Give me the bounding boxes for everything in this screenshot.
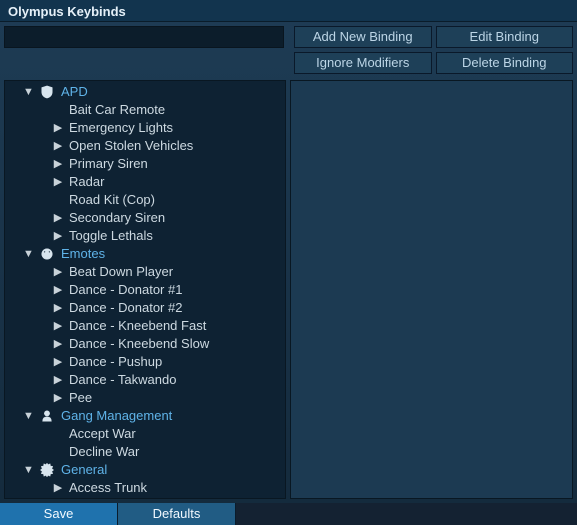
keybinds-window: Olympus Keybinds Add New Binding Edit Bi… <box>0 0 577 525</box>
chevron-right-icon: ▶ <box>53 479 63 497</box>
binding-label: Autorun <box>69 497 115 499</box>
category-label: Emotes <box>61 245 105 263</box>
binding-label: Open Stolen Vehicles <box>69 137 193 155</box>
binding-item[interactable]: ▶ Radar <box>5 173 285 191</box>
category-header[interactable]: ▼ Gang Management <box>5 407 285 425</box>
binding-item[interactable]: ▶ Emergency Lights <box>5 119 285 137</box>
toolbar: Add New Binding Edit Binding Ignore Modi… <box>0 22 577 80</box>
binding-item[interactable]: ▶ Toggle Lethals <box>5 227 285 245</box>
shield-icon <box>39 84 55 100</box>
chevron-right-icon: ▶ <box>53 335 63 353</box>
chevron-right-icon: ▶ <box>53 263 63 281</box>
defaults-button[interactable]: Defaults <box>118 503 236 525</box>
chevron-right-icon: ▶ <box>53 227 63 245</box>
binding-label: Dance - Takwando <box>69 371 176 389</box>
chevron-right-icon: ▶ <box>53 299 63 317</box>
gang-icon <box>39 408 55 424</box>
binding-item[interactable]: ▶ Dance - Donator #2 <box>5 299 285 317</box>
chevron-right-icon: ▶ <box>53 119 63 137</box>
binding-item[interactable]: ▶ Dance - Takwando <box>5 371 285 389</box>
binding-item[interactable]: ▶ Beat Down Player <box>5 263 285 281</box>
binding-item[interactable]: ▶ Secondary Siren <box>5 209 285 227</box>
chevron-right-icon: ▶ <box>53 497 63 499</box>
binding-label: Pee <box>69 389 92 407</box>
binding-item[interactable]: ▶Decline War <box>5 443 285 461</box>
binding-item[interactable]: ▶ Pee <box>5 389 285 407</box>
binding-label: Dance - Kneebend Fast <box>69 317 206 335</box>
save-button[interactable]: Save <box>0 503 118 525</box>
binding-item[interactable]: ▶ Access Trunk <box>5 479 285 497</box>
binding-label: Emergency Lights <box>69 119 173 137</box>
gear-icon <box>39 462 55 478</box>
category-header[interactable]: ▼ Emotes <box>5 245 285 263</box>
binding-label: Road Kit (Cop) <box>69 191 155 209</box>
category-label: Gang Management <box>61 407 172 425</box>
window-title: Olympus Keybinds <box>0 0 577 22</box>
delete-binding-button[interactable]: Delete Binding <box>436 52 574 74</box>
binding-item[interactable]: ▶Bait Car Remote <box>5 101 285 119</box>
binding-label: Dance - Donator #1 <box>69 281 182 299</box>
binding-item[interactable]: ▶ Dance - Pushup <box>5 353 285 371</box>
binding-label: Access Trunk <box>69 479 147 497</box>
chevron-down-icon: ▼ <box>23 245 33 263</box>
chevron-down-icon: ▼ <box>23 407 33 425</box>
chevron-down-icon: ▼ <box>23 461 33 479</box>
body-area: ▼APD▶Bait Car Remote▶Emergency Lights▶Op… <box>0 80 577 503</box>
add-binding-button[interactable]: Add New Binding <box>294 26 432 48</box>
binding-label: Accept War <box>69 425 136 443</box>
binding-tree[interactable]: ▼APD▶Bait Car Remote▶Emergency Lights▶Op… <box>4 80 286 499</box>
binding-item[interactable]: ▶Accept War <box>5 425 285 443</box>
binding-label: Secondary Siren <box>69 209 165 227</box>
binding-item[interactable]: ▶ Open Stolen Vehicles <box>5 137 285 155</box>
footer: Save Defaults <box>0 503 577 525</box>
binding-label: Radar <box>69 173 104 191</box>
binding-detail-panel <box>290 80 573 499</box>
chevron-right-icon: ▶ <box>53 137 63 155</box>
chevron-right-icon: ▶ <box>53 155 63 173</box>
binding-item[interactable]: ▶Road Kit (Cop) <box>5 191 285 209</box>
binding-label: Decline War <box>69 443 139 461</box>
category-header[interactable]: ▼ General <box>5 461 285 479</box>
binding-item[interactable]: ▶ Autorun <box>5 497 285 499</box>
chevron-right-icon: ▶ <box>53 371 63 389</box>
binding-label: Beat Down Player <box>69 263 173 281</box>
edit-binding-button[interactable]: Edit Binding <box>436 26 574 48</box>
chevron-right-icon: ▶ <box>53 173 63 191</box>
category-header[interactable]: ▼ APD <box>5 83 285 101</box>
binding-label: Toggle Lethals <box>69 227 153 245</box>
category-label: APD <box>61 83 88 101</box>
binding-item[interactable]: ▶ Primary Siren <box>5 155 285 173</box>
search-input[interactable] <box>4 26 284 48</box>
binding-label: Dance - Kneebend Slow <box>69 335 209 353</box>
chevron-right-icon: ▶ <box>53 209 63 227</box>
binding-label: Dance - Pushup <box>69 353 162 371</box>
chevron-right-icon: ▶ <box>53 317 63 335</box>
chevron-right-icon: ▶ <box>53 389 63 407</box>
chevron-right-icon: ▶ <box>53 281 63 299</box>
chevron-right-icon: ▶ <box>53 353 63 371</box>
binding-label: Primary Siren <box>69 155 148 173</box>
binding-label: Bait Car Remote <box>69 101 165 119</box>
binding-item[interactable]: ▶ Dance - Donator #1 <box>5 281 285 299</box>
chevron-down-icon: ▼ <box>23 83 33 101</box>
category-label: General <box>61 461 107 479</box>
emote-icon <box>39 246 55 262</box>
ignore-modifiers-button[interactable]: Ignore Modifiers <box>294 52 432 74</box>
binding-item[interactable]: ▶ Dance - Kneebend Fast <box>5 317 285 335</box>
binding-item[interactable]: ▶ Dance - Kneebend Slow <box>5 335 285 353</box>
binding-label: Dance - Donator #2 <box>69 299 182 317</box>
